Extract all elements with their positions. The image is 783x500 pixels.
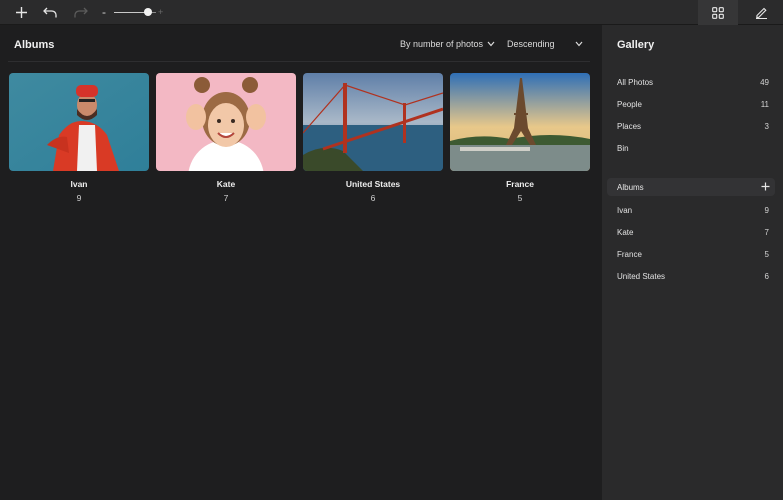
- sidebar-albums-header[interactable]: Albums: [607, 178, 775, 196]
- sidebar-title: Gallery: [617, 39, 655, 51]
- zoom-in-button[interactable]: +: [158, 4, 163, 21]
- sidebar-item-album-kate[interactable]: Kate 7: [617, 226, 769, 238]
- plus-icon[interactable]: [11, 3, 31, 22]
- album-count: 6: [370, 193, 376, 203]
- add-album-icon[interactable]: [761, 181, 770, 193]
- sidebar-item-count: 6: [764, 271, 769, 281]
- sidebar-item-label: Places: [617, 121, 642, 131]
- album-count: 7: [223, 193, 229, 203]
- undo-icon[interactable]: [40, 3, 60, 22]
- album-thumbnail[interactable]: [450, 73, 590, 171]
- toolbar: - +: [0, 0, 783, 25]
- sidebar-item-all-photos[interactable]: All Photos 49: [617, 76, 769, 88]
- sidebar-item-label: Ivan: [617, 205, 633, 215]
- sidebar-item-count: 3: [764, 121, 769, 131]
- sidebar-item-count: 5: [764, 249, 769, 259]
- sidebar-item-label: France: [617, 249, 642, 259]
- redo-icon[interactable]: [70, 3, 90, 22]
- sidebar-item-count: 9: [764, 205, 769, 215]
- album-thumbnail[interactable]: [303, 73, 443, 171]
- sidebar-item-places[interactable]: Places 3: [617, 120, 769, 132]
- sidebar-item-count: 7: [764, 227, 769, 237]
- album-count: 5: [517, 193, 523, 203]
- order-label: Descending: [507, 39, 555, 49]
- album-count: 9: [76, 193, 82, 203]
- sidebar-item-count: 49: [760, 77, 769, 87]
- album-card-france[interactable]: France 5: [450, 73, 590, 203]
- albums-view: Albums By number of photos Descending Iv…: [0, 25, 602, 500]
- sidebar-albums-label: Albums: [617, 182, 644, 192]
- album-thumbnail[interactable]: [9, 73, 149, 171]
- sidebar-item-label: People: [617, 99, 642, 109]
- sort-label: By number of photos: [400, 39, 484, 49]
- album-name: France: [506, 179, 534, 189]
- album-card-kate[interactable]: Kate 7: [156, 73, 296, 203]
- chevron-down-icon: [487, 41, 495, 47]
- sidebar-item-label: United States: [617, 271, 666, 281]
- album-name: Ivan: [70, 179, 88, 189]
- sidebar-item-album-united-states[interactable]: United States 6: [617, 270, 769, 282]
- sidebar-item-album-ivan[interactable]: Ivan 9: [617, 204, 769, 216]
- sidebar-item-label: All Photos: [617, 77, 654, 87]
- zoom-out-button[interactable]: -: [102, 4, 106, 21]
- sidebar-item-bin[interactable]: Bin: [617, 142, 769, 154]
- album-card-ivan[interactable]: Ivan 9: [9, 73, 149, 203]
- zoom-thumb[interactable]: [143, 8, 152, 16]
- sidebar-item-album-france[interactable]: France 5: [617, 248, 769, 260]
- album-name: United States: [345, 179, 401, 189]
- grid-icon[interactable]: [698, 0, 738, 25]
- zoom-slider[interactable]: - +: [100, 4, 166, 21]
- album-name: Kate: [216, 179, 236, 189]
- sidebar-item-label: Kate: [617, 227, 634, 237]
- album-thumbnail[interactable]: [156, 73, 296, 171]
- album-card-united-states[interactable]: United States 6: [303, 73, 443, 203]
- sidebar: Gallery All Photos 49 People 11 Places 3…: [602, 25, 783, 500]
- page-title: Albums: [14, 39, 55, 51]
- sidebar-item-count: 11: [760, 99, 769, 109]
- sidebar-item-people[interactable]: People 11: [617, 98, 769, 110]
- chevron-down-icon: [575, 41, 583, 47]
- zoom-fill: [114, 12, 148, 13]
- sort-dropdown[interactable]: By number of photos: [400, 39, 495, 49]
- sidebar-item-label: Bin: [617, 143, 629, 153]
- order-dropdown[interactable]: Descending: [507, 39, 583, 49]
- pencil-icon[interactable]: [740, 0, 783, 25]
- header-divider: [8, 61, 590, 62]
